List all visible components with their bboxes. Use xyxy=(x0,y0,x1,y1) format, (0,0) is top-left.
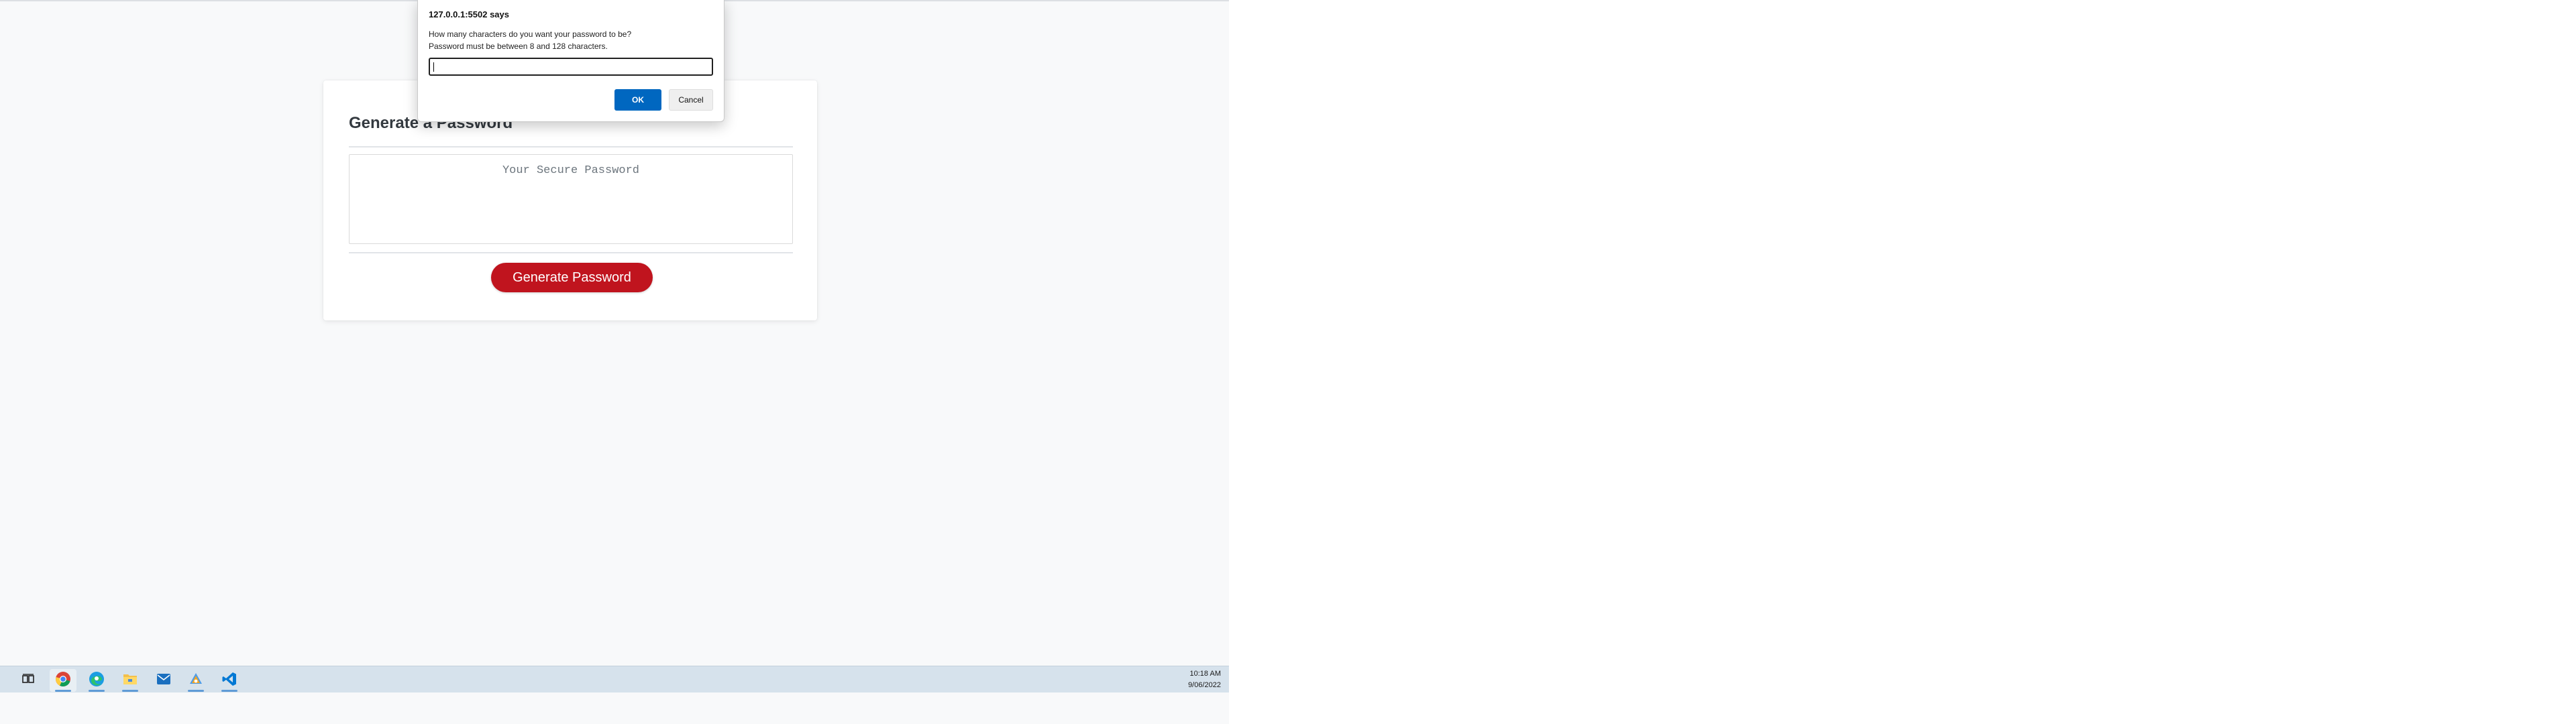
dialog-title: 127.0.0.1:5502 says xyxy=(429,9,509,19)
footer-divider xyxy=(349,252,793,253)
system-clock[interactable]: 10:18 AM 9/06/2022 xyxy=(1188,668,1221,691)
file-explorer-icon xyxy=(122,672,138,690)
generate-password-button[interactable]: Generate Password xyxy=(491,263,653,292)
taskbar-mail[interactable] xyxy=(150,669,177,692)
running-indicator xyxy=(55,690,71,692)
text-caret xyxy=(433,62,434,72)
edge-icon xyxy=(89,671,105,690)
running-indicator xyxy=(188,690,204,692)
running-indicator xyxy=(122,690,138,692)
taskbar-chrome[interactable] xyxy=(50,669,76,692)
dialog-message-line1: How many characters do you want your pas… xyxy=(429,29,632,39)
mail-icon xyxy=(156,672,172,690)
dialog-input[interactable] xyxy=(429,58,713,76)
password-textarea[interactable]: Your Secure Password xyxy=(349,154,793,244)
ok-button[interactable]: OK xyxy=(614,89,661,111)
taskbar-sourcetree[interactable] xyxy=(182,669,209,692)
chrome-icon xyxy=(55,671,71,690)
clock-time: 10:18 AM xyxy=(1189,670,1221,678)
clock-date: 9/06/2022 xyxy=(1188,681,1221,689)
empty-area xyxy=(1229,0,2576,724)
running-indicator xyxy=(221,690,237,692)
running-indicator xyxy=(89,690,105,692)
prompt-dialog: 127.0.0.1:5502 says How many characters … xyxy=(417,0,724,122)
taskbar-task-view[interactable] xyxy=(15,669,42,692)
header-divider xyxy=(349,146,793,147)
sourcetree-icon xyxy=(188,672,204,690)
cancel-button[interactable]: Cancel xyxy=(669,89,713,111)
taskbar-vscode[interactable] xyxy=(216,669,243,692)
taskbar-edge[interactable] xyxy=(83,669,110,692)
taskbar-file-explorer[interactable] xyxy=(117,669,144,692)
dialog-message-line2: Password must be between 8 and 128 chara… xyxy=(429,42,608,51)
taskbar: 10:18 AM 9/06/2022 xyxy=(0,666,1229,692)
vscode-icon xyxy=(221,671,237,690)
browser-viewport: Generate a Password Your Secure Password… xyxy=(0,0,1229,724)
task-view-icon xyxy=(22,673,34,688)
